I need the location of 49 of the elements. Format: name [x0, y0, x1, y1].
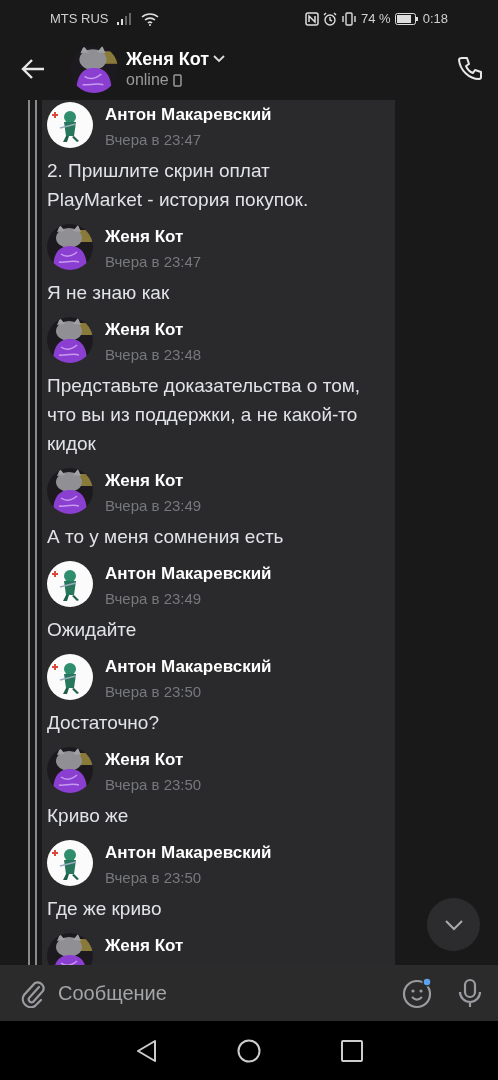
alarm-icon — [323, 12, 338, 26]
battery-icon — [394, 13, 419, 25]
author-name: Антон Макаревский — [105, 104, 272, 126]
call-button[interactable] — [456, 55, 484, 83]
author-name: Антон Макаревский — [105, 656, 272, 678]
nav-back-button[interactable] — [135, 1038, 157, 1063]
author-name: Женя Кот — [105, 319, 185, 341]
chat-title[interactable]: Женя Кот — [126, 48, 209, 70]
message-text: Ожидайте — [47, 618, 138, 642]
author-name: Женя Кот — [105, 470, 185, 492]
signal-icon — [116, 13, 133, 25]
message-time: Вчера в 23:48 — [105, 345, 202, 365]
message-time: Вчера в 23:50 — [105, 775, 202, 795]
author-name: Антон Макаревский — [105, 563, 272, 585]
microphone-button[interactable] — [458, 978, 482, 1008]
chevron-down-icon — [443, 919, 464, 932]
attach-button[interactable] — [20, 978, 46, 1008]
wifi-icon — [140, 12, 159, 26]
recent-apps-button[interactable] — [341, 1039, 363, 1062]
message-time: Вчера в 23:49 — [105, 589, 203, 609]
message-text: Криво же — [47, 804, 130, 828]
clock-time: 0:18 — [422, 10, 448, 29]
message-text: Достаточно? — [47, 711, 160, 735]
message-time: Вчера в 23:50 — [105, 868, 203, 888]
message-time: Вчера в 23:49 — [105, 496, 202, 516]
mobile-icon — [172, 73, 182, 87]
emoji-button[interactable] — [402, 977, 434, 1009]
online-status: online — [126, 70, 169, 90]
author-name: Женя Кот — [105, 749, 185, 771]
vibrate-icon — [341, 12, 358, 26]
message-time: Вчера в 23:50 — [105, 682, 203, 702]
message-text: Где же криво — [47, 897, 163, 921]
author-name: Антон Макаревский — [105, 842, 272, 864]
nfc-icon — [305, 12, 320, 26]
message-text: Я не знаю как — [47, 281, 171, 305]
home-button[interactable] — [237, 1038, 261, 1063]
back-button[interactable] — [20, 58, 46, 80]
message-composer[interactable]: Сообщение — [0, 965, 498, 1021]
message-time: Вчера в 23:47 — [105, 252, 202, 272]
carrier-name: MTS RUS — [50, 10, 109, 29]
message-text: А то у меня сомнения есть — [47, 525, 285, 549]
message-input[interactable]: Сообщение — [46, 978, 402, 1008]
message-text: Представьте доказательства о том, что вы из поддержки, а не какой-то кидок — [47, 374, 362, 456]
chevron-down-icon[interactable] — [213, 55, 225, 63]
battery-percent: 74 % — [361, 10, 391, 29]
author-name: Женя Кот — [105, 226, 185, 248]
author-name: Женя Кот — [105, 935, 184, 957]
message-time: Вчера в 23:47 — [105, 130, 203, 150]
message-text: 2. Пришлите скрин оплат PlayMarket - история покупок. — [47, 159, 310, 212]
